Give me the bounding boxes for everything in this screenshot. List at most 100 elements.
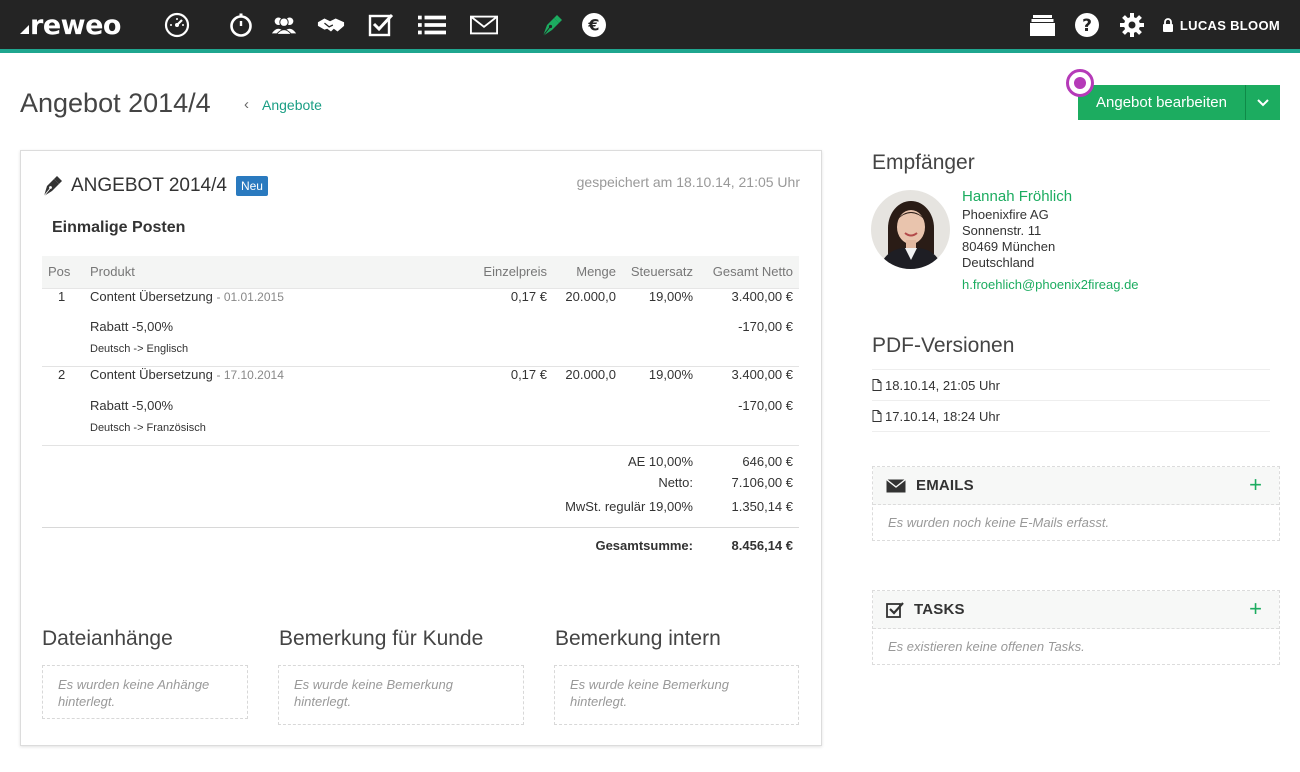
offer-pen-icon[interactable] — [538, 11, 566, 39]
help-icon[interactable]: ? — [1074, 11, 1100, 39]
table-row-note: Deutsch -> Französisch — [42, 422, 799, 445]
pdf-versions-heading: PDF-Versionen — [872, 334, 1015, 357]
customer-note-box[interactable]: Es wurde keine Bemerkung hinterlegt. — [278, 665, 524, 725]
offer-card: ANGEBOT 2014/4 Neu gespeichert am 18.10.… — [20, 150, 822, 746]
svg-text:€: € — [587, 16, 599, 35]
item-discount-value: -170,00 € — [738, 397, 793, 413]
totals-label: Netto: — [658, 475, 693, 490]
totals-label: MwSt. regulär 19,00% — [565, 499, 693, 514]
internal-note-empty-text: Es wurde keine Bemerkung hinterlegt. — [570, 677, 729, 709]
edit-button-group: Angebot bearbeiten — [1078, 85, 1280, 120]
chevron-left-icon: ‹ — [244, 96, 249, 113]
item-product: Content Übersetzung - 01.01.2015 — [84, 288, 468, 319]
internal-note-title: Bemerkung intern — [555, 627, 721, 650]
totals-label: AE 10,00% — [627, 453, 693, 469]
contacts-icon[interactable] — [270, 11, 298, 39]
mail-icon[interactable] — [470, 11, 498, 39]
item-discount-label: Rabatt -5,00% — [90, 397, 174, 413]
grand-total-row: Gesamtsumme: 8.456,14 € — [42, 527, 799, 561]
archive-icon[interactable] — [1030, 11, 1055, 39]
item-quantity: 20.000,0 — [565, 288, 616, 304]
recipient-heading: Empfänger — [872, 151, 975, 174]
offer-title: ANGEBOT 2014/4 — [71, 175, 227, 196]
item-date: - 01.01.2015 — [216, 289, 284, 304]
recipient-company: Phoenixfire AG — [962, 207, 1049, 222]
pdf-versions-list: 18.10.14, 21:05 Uhr 17.10.14, 18:24 Uhr — [872, 369, 1270, 432]
dashboard-icon[interactable] — [163, 11, 191, 39]
offer-card-title: ANGEBOT 2014/4 Neu — [42, 175, 268, 197]
emails-panel-header: EMAILS + — [873, 467, 1279, 505]
user-menu[interactable]: LUCAS BLOOM — [1162, 11, 1280, 39]
offer-pen-icon — [43, 176, 62, 197]
section-title: Einmalige Posten — [52, 219, 186, 236]
euro-icon[interactable]: € — [580, 11, 608, 39]
table-row-discount: Rabatt -5,00% -170,00 € — [42, 319, 799, 343]
item-tax: 19,00% — [648, 288, 693, 304]
table-row: 2 Content Übersetzung - 17.10.2014 0,17 … — [42, 367, 799, 398]
totals-value: 7.106,00 € — [731, 475, 793, 490]
totals-row: MwSt. regulär 19,00% 1.350,14 € — [42, 499, 799, 523]
pdf-version-item[interactable]: 17.10.14, 18:24 Uhr — [872, 401, 1270, 432]
breadcrumb-angebote[interactable]: ‹ Angebote — [244, 96, 322, 113]
list-icon[interactable] — [418, 11, 446, 39]
logo-triangle-icon — [20, 25, 29, 34]
item-date: - 17.10.2014 — [216, 368, 284, 382]
column-header-total: Gesamt Netto — [699, 256, 799, 289]
column-header-unit-price: Einzelpreis — [468, 256, 553, 289]
checkbox-icon — [886, 601, 904, 618]
totals-row: Netto: 7.106,00 € — [42, 475, 799, 499]
attachments-title: Dateianhänge — [42, 627, 173, 650]
mail-icon — [886, 478, 906, 492]
breadcrumb-label: Angebote — [262, 96, 322, 113]
column-header-quantity: Menge — [553, 256, 622, 289]
timer-icon[interactable] — [227, 11, 255, 39]
add-email-button[interactable]: + — [1249, 474, 1262, 496]
edit-dropdown-button[interactable] — [1245, 85, 1280, 120]
customer-note-title: Bemerkung für Kunde — [279, 627, 484, 650]
table-row-discount: Rabatt -5,00% -170,00 € — [42, 398, 799, 422]
recipient-info: Hannah Fröhlich Phoenixfire AG Sonnenstr… — [962, 189, 1139, 293]
tasks-empty-text: Es existieren keine offenen Tasks. — [888, 639, 1085, 654]
grand-total-label: Gesamtsumme: — [595, 537, 693, 553]
recipient-country: Deutschland — [962, 255, 1035, 270]
item-product-name: Content Übersetzung — [90, 288, 213, 304]
item-tax: 19,00% — [648, 367, 693, 382]
deals-icon[interactable] — [317, 11, 345, 39]
item-total: 3.400,00 € — [731, 367, 793, 382]
table-row: 1 Content Übersetzung - 01.01.2015 0,17 … — [42, 288, 799, 319]
saved-timestamp: gespeichert am 18.10.14, 21:05 Uhr — [576, 174, 800, 190]
recipient-name-link[interactable]: Hannah Fröhlich — [962, 189, 1139, 205]
recipient-street: Sonnenstr. 11 — [962, 223, 1042, 238]
avatar — [871, 190, 950, 269]
emails-empty-text: Es wurden noch keine E-Mails erfasst. — [888, 515, 1110, 530]
svg-text:?: ? — [1082, 16, 1092, 36]
pdf-version-item[interactable]: 18.10.14, 21:05 Uhr — [872, 370, 1270, 401]
table-header-row: Pos Produkt Einzelpreis Menge Steuersatz… — [42, 256, 799, 289]
column-header-product: Produkt — [84, 256, 468, 289]
emails-panel-title: EMAILS — [916, 477, 974, 494]
file-icon — [872, 410, 882, 422]
internal-note-box[interactable]: Es wurde keine Bemerkung hinterlegt. — [554, 665, 799, 725]
tasks-panel-title: TASKS — [914, 601, 965, 618]
item-quantity: 20.000,0 — [565, 367, 616, 382]
attachments-dropzone[interactable]: Es wurden keine Anhänge hinterlegt. — [42, 665, 248, 719]
customer-note-empty-text: Es wurde keine Bemerkung hinterlegt. — [294, 677, 453, 709]
item-unit-price: 0,17 € — [510, 367, 547, 382]
settings-gear-icon[interactable] — [1119, 11, 1145, 39]
add-task-button[interactable]: + — [1249, 598, 1262, 620]
user-name: LUCAS BLOOM — [1179, 17, 1280, 33]
tasks-icon[interactable] — [367, 11, 395, 39]
status-badge: Neu — [235, 176, 268, 196]
app-logo[interactable]: reweo — [20, 10, 121, 41]
recipient-email-link[interactable]: h.froehlich@phoenix2fireag.de — [962, 277, 1139, 293]
item-product: Content Übersetzung - 17.10.2014 — [84, 367, 468, 398]
tasks-panel: TASKS + Es existieren keine offenen Task… — [872, 590, 1280, 665]
edit-offer-button[interactable]: Angebot bearbeiten — [1078, 85, 1245, 120]
item-unit-price: 0,17 € — [510, 288, 547, 304]
page-title: Angebot 2014/4 — [20, 88, 211, 118]
top-nav-bar: reweo € ? LUCAS BLOOM — [0, 0, 1300, 53]
item-product-name: Content Übersetzung — [90, 367, 213, 382]
pdf-version-label: 18.10.14, 21:05 Uhr — [885, 377, 1000, 393]
emails-panel: EMAILS + Es wurden noch keine E-Mails er… — [872, 466, 1280, 541]
totals-row: AE 10,00% 646,00 € — [42, 445, 799, 475]
